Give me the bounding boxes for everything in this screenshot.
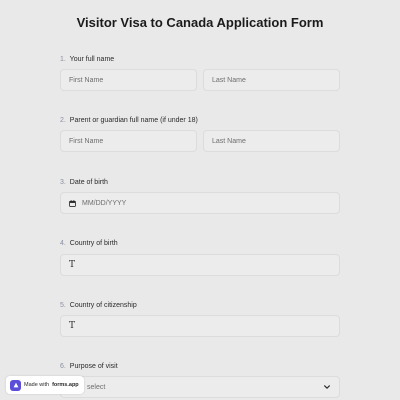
question-label: 5. Country of citizenship [60, 301, 340, 311]
chevron-down-icon[interactable] [323, 383, 331, 391]
question-label: 2. Parent or guardian full name (if unde… [60, 116, 340, 126]
question-number: 2. [60, 117, 66, 124]
date-of-birth-input[interactable]: MM/DD/YYYY [60, 192, 340, 214]
question-label: 6. Purpose of visit [60, 362, 340, 372]
question-label: 3. Date of birth [60, 178, 340, 188]
guardian-first-name-placeholder: First Name [69, 137, 104, 145]
question-country-of-citizenship: 5. Country of citizenship T [60, 301, 340, 337]
calendar-icon[interactable] [69, 199, 76, 207]
last-name-placeholder: Last Name [212, 76, 246, 84]
question-number: 1. [60, 56, 66, 63]
made-with-badge[interactable]: Made with forms.app [6, 376, 84, 394]
badge-prefix: Made with [24, 382, 50, 388]
question-text: Parent or guardian full name (if under 1… [69, 117, 198, 124]
question-number: 3. [60, 179, 66, 186]
text-cursor-icon: T [69, 321, 76, 331]
guardian-last-name-input[interactable]: Last Name [203, 130, 340, 152]
first-name-placeholder: First Name [69, 76, 104, 84]
question-country-of-birth: 4. Country of birth T [60, 239, 340, 276]
country-of-citizenship-input[interactable]: T [60, 315, 340, 337]
question-full-name: 1. Your full name First Name Last Name [60, 55, 340, 91]
question-number: 5. [60, 302, 66, 309]
last-name-input[interactable]: Last Name [203, 69, 340, 91]
forms-app-logo-icon [10, 379, 21, 391]
question-number: 6. [60, 363, 66, 370]
question-text: Purpose of visit [69, 363, 118, 370]
question-purpose-of-visit: 6. Purpose of visit select [60, 362, 340, 398]
form-title: Visitor Visa to Canada Application Form [76, 15, 324, 30]
question-text: Country of citizenship [69, 302, 137, 309]
badge-brand: forms.app [52, 382, 79, 388]
select-value: select [87, 383, 106, 391]
first-name-input[interactable]: First Name [60, 69, 197, 91]
date-placeholder: MM/DD/YYYY [82, 199, 127, 207]
text-cursor-icon: T [69, 260, 76, 270]
question-label: 4. Country of birth [60, 239, 340, 249]
question-text: Your full name [69, 56, 115, 63]
question-text: Date of birth [69, 179, 108, 186]
question-date-of-birth: 3. Date of birth MM/DD/YYYY [60, 178, 340, 214]
question-guardian-name: 2. Parent or guardian full name (if unde… [60, 116, 340, 152]
country-of-birth-input[interactable]: T [60, 254, 340, 276]
guardian-first-name-input[interactable]: First Name [60, 130, 197, 152]
question-number: 4. [60, 240, 66, 247]
question-label: 1. Your full name [60, 55, 340, 65]
guardian-last-name-placeholder: Last Name [212, 137, 246, 145]
question-text: Country of birth [69, 240, 118, 247]
purpose-of-visit-select[interactable]: select [60, 376, 340, 398]
